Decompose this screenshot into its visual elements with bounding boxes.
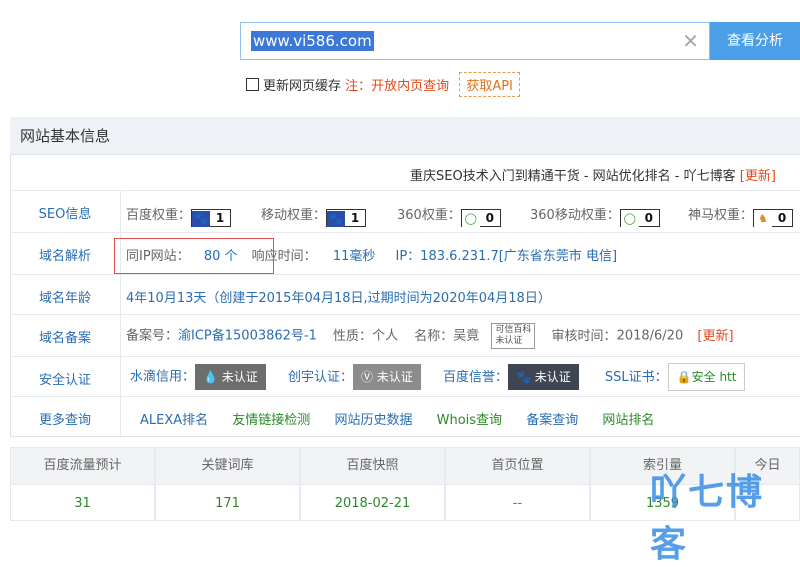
paw-icon: 🐾 (515, 370, 531, 384)
mobile-weight-360: 360移动权重： ◯ 0 (530, 204, 660, 227)
beian-number[interactable]: 渝ICP备15003862号-1 (178, 329, 317, 344)
security-info: 水滴信用： 💧 未认证 创宇认证： Ⓥ 未认证 百度信誉： 🐾 未认证 SSL证书： 🔒… (130, 363, 746, 391)
chuangyu-badge[interactable]: Ⓥ 未认证 (352, 364, 421, 390)
update-link[interactable]: [更新] (740, 169, 776, 184)
baidu-credit-badge[interactable]: 🐾 未认证 (507, 364, 579, 390)
more-links: ALEXA排名 友情链接检测 网站历史数据 Whois查询 备案查询 网站排名 (140, 409, 654, 428)
stat-cell: 百度流量预计 31 (10, 447, 155, 521)
response-time: 11毫秒 (332, 249, 376, 264)
security-row: 安全认证 水滴信用： 💧 未认证 创宇认证： Ⓥ 未认证 百度信誉： 🐾 未认证 SS… (10, 356, 800, 397)
weight-360: 360权重： ◯ 0 (397, 204, 501, 227)
dns-label: 域名解析 (38, 249, 91, 264)
kexin-badge[interactable]: 可信百科 未认证 (491, 323, 536, 349)
site-title-text: 重庆SEO技术入门到精通干货 - 网站优化排名 - 吖七博客 (410, 169, 736, 184)
horse-icon: ♞ (754, 211, 773, 227)
shield-icon: Ⓥ (360, 370, 373, 384)
search-button[interactable]: 查看分析 (710, 22, 800, 60)
beian-update-link[interactable]: [更新] (697, 329, 733, 344)
beian-query-link[interactable]: 备案查询 (526, 413, 578, 428)
site-title: 重庆SEO技术入门到精通干货 - 网站优化排名 - 吖七博客 [更新] (410, 165, 776, 184)
stat-cell: 百度快照 2018-02-21 (300, 447, 445, 521)
mobile-weight-360-badge[interactable]: ◯ 0 (619, 209, 660, 227)
shenma-weight: 神马权重： ♞ 0 (688, 204, 794, 227)
stat-cell: 关键词库 171 (155, 447, 300, 521)
highlight-box (114, 238, 274, 274)
drop-icon: 💧 (203, 370, 218, 384)
refresh-cache-label: 更新网页缓存 (263, 79, 342, 94)
paw-icon: 🐾 (192, 211, 211, 227)
get-api-button[interactable]: 获取API (459, 72, 520, 97)
more-row: 更多查询 ALEXA排名 友情链接检测 网站历史数据 Whois查询 备案查询 … (10, 396, 800, 438)
history-link[interactable]: 网站历史数据 (334, 413, 412, 428)
ssl-badge[interactable]: 🔒安全 htt (667, 363, 746, 391)
note-prefix: 注： (345, 79, 372, 94)
refresh-cache-checkbox[interactable] (246, 78, 259, 91)
stat-cell: 首页位置 -- (445, 447, 590, 521)
shuidi-badge[interactable]: 💧 未认证 (195, 364, 266, 390)
site-rank-link[interactable]: 网站排名 (602, 413, 654, 428)
weight-360-badge[interactable]: ◯ 0 (460, 209, 501, 227)
baidu-weight-badge[interactable]: 🐾 1 (191, 209, 232, 227)
search-options: 更新网页缓存 注：开放内页查询 获取API (246, 72, 520, 97)
paw-icon: 🐾 (327, 211, 346, 227)
security-label: 安全认证 (38, 373, 91, 388)
friend-link-check[interactable]: 友情链接检测 (232, 413, 310, 428)
mobile-weight-badge[interactable]: 🐾 1 (326, 209, 367, 227)
beian-info: 备案号：渝ICP备15003862号-1 性质：个人 名称：吴竟 可信百科 未认证… (126, 323, 734, 349)
panel-title: 网站基本信息 (10, 117, 800, 155)
more-label: 更多查询 (38, 413, 91, 428)
whois-link[interactable]: Whois查询 (437, 413, 502, 428)
watermark: 吖七博客 (650, 472, 765, 565)
circle-icon: ◯ (620, 211, 639, 227)
search-input[interactable]: www.vi586.com (251, 31, 374, 51)
circle-icon: ◯ (461, 211, 480, 227)
beian-row: 域名备案 备案号：渝ICP备15003862号-1 性质：个人 名称：吴竟 可信… (10, 314, 800, 357)
shenma-weight-badge[interactable]: ♞ 0 (753, 209, 794, 227)
beian-label: 域名备案 (38, 331, 91, 346)
age-row: 域名年龄 4年10月13天（创建于2015年04月18日,过期时间为2020年0… (10, 274, 800, 315)
age-label: 域名年龄 (38, 291, 91, 306)
close-icon[interactable]: ✕ (682, 29, 699, 53)
lock-icon: 🔒 (676, 370, 692, 384)
ip-address[interactable]: IP：183.6.231.7[广东省东莞市 电信] (396, 249, 618, 264)
seo-label: SEO信息 (38, 207, 92, 222)
search-box[interactable]: www.vi586.com ✕ (240, 22, 710, 60)
domain-age: 4年10月13天（创建于2015年04月18日,过期时间为2020年04月18日… (126, 291, 551, 306)
alexa-link[interactable]: ALEXA排名 (140, 413, 208, 428)
baidu-weight: 百度权重： 🐾 1 (126, 204, 232, 227)
inner-page-link[interactable]: 开放内页查询 (371, 79, 449, 94)
mobile-weight: 移动权重： 🐾 1 (261, 204, 367, 227)
seo-row: SEO信息 百度权重： 🐾 1 移动权重： 🐾 1 360权重： ◯ 0 360移动权重： ◯… (10, 190, 800, 233)
